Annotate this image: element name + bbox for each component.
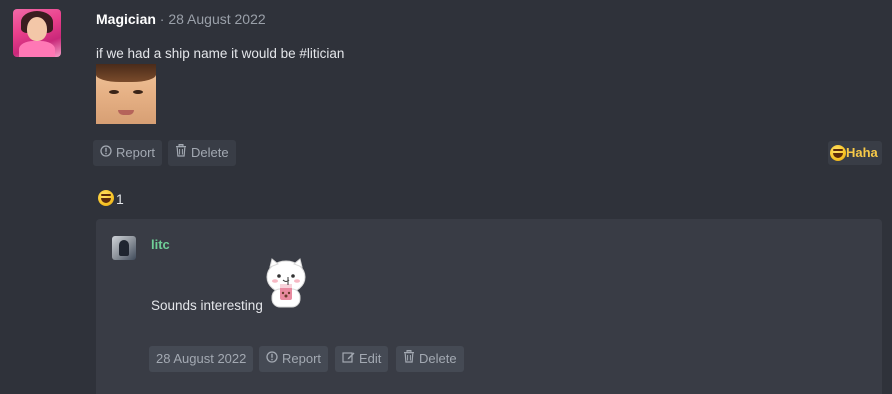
report-button[interactable]: Report — [93, 140, 163, 166]
trash-icon — [175, 140, 187, 166]
post-meta: Magician · 28 August 2022 — [96, 11, 266, 27]
cat-sticker-icon — [263, 257, 309, 309]
haha-label: Haha — [846, 145, 878, 160]
reply-edit-button[interactable]: Edit — [335, 346, 389, 372]
post-text: if we had a ship name it would be #litic… — [96, 46, 345, 61]
reply-report-button[interactable]: Report — [259, 346, 329, 372]
reply-delete-button[interactable]: Delete — [396, 346, 464, 372]
post-image[interactable] — [96, 64, 156, 124]
reply-author-name[interactable]: litc — [151, 237, 170, 252]
delete-label: Delete — [191, 145, 229, 160]
author-name[interactable]: Magician — [96, 11, 156, 27]
reaction-count: 1 — [116, 191, 124, 208]
reply-text: Sounds interesting — [151, 298, 263, 313]
trash-icon — [403, 346, 415, 372]
author-avatar[interactable] — [13, 9, 61, 57]
report-icon — [266, 346, 278, 372]
reply-date[interactable]: 28 August 2022 — [149, 346, 254, 372]
report-icon — [100, 140, 112, 166]
comment-post: Magician · 28 August 2022 if we had a sh… — [0, 0, 892, 394]
post-date[interactable]: 28 August 2022 — [168, 11, 265, 27]
reaction-summary[interactable]: 1 — [98, 190, 124, 207]
report-label: Report — [282, 351, 322, 366]
rofl-emoji-icon — [830, 144, 846, 161]
edit-label: Edit — [359, 351, 382, 366]
reply-comment: litc Sounds interesting 28 August 2022 R… — [96, 219, 882, 394]
meta-separator: · — [155, 11, 169, 27]
edit-icon — [342, 346, 355, 372]
delete-label: Delete — [419, 351, 457, 366]
rofl-emoji-icon — [98, 190, 114, 207]
delete-button[interactable]: Delete — [168, 140, 236, 166]
reply-author-avatar[interactable] — [112, 236, 136, 260]
haha-reaction-button[interactable]: Haha — [828, 141, 882, 165]
report-label: Report — [116, 145, 156, 160]
